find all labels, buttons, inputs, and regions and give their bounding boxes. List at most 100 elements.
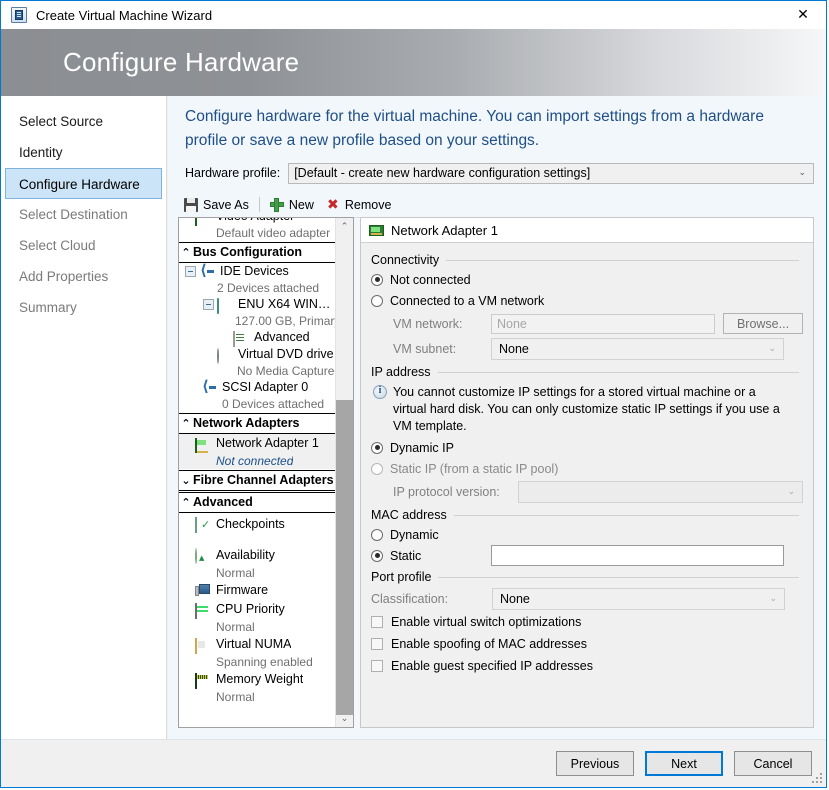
new-button[interactable]: New: [264, 194, 320, 216]
page-title: Configure Hardware: [63, 47, 299, 78]
tree-section-network-adapters[interactable]: ⌃ Network Adapters: [179, 413, 336, 434]
plus-icon: [270, 198, 284, 212]
expand-chevron-icon: ⌄: [179, 471, 193, 490]
tree-label: SCSI Adapter 0: [222, 379, 308, 396]
tree-section-label: Advanced: [193, 493, 253, 512]
chevron-down-icon: ⌄: [787, 487, 795, 497]
vm-subnet-label: VM subnet:: [393, 342, 491, 356]
tree-row-availability[interactable]: Availability: [179, 545, 336, 565]
cancel-button[interactable]: Cancel: [734, 751, 812, 776]
disk-icon: [217, 298, 219, 314]
radio-mac-dynamic[interactable]: Dynamic: [371, 524, 803, 545]
tree-subtext: 0 Devices attached: [179, 396, 336, 412]
tree-section-advanced[interactable]: ⌃ Advanced: [179, 492, 336, 513]
tree-label: Virtual NUMA: [216, 636, 291, 653]
vm-subnet-row: VM subnet: None ⌄: [371, 336, 803, 361]
checkbox-icon: [371, 616, 383, 628]
window-title: Create Virtual Machine Wizard: [36, 8, 212, 23]
vm-network-input[interactable]: None: [491, 314, 715, 334]
tree-subtext: Normal: [179, 689, 336, 705]
classification-select[interactable]: None ⌄: [492, 588, 785, 610]
collapse-chevron-icon: ⌃: [179, 414, 193, 433]
chevron-down-icon: ⌄: [768, 344, 776, 354]
scroll-down-icon[interactable]: ⌄: [336, 710, 353, 727]
radio-icon: [371, 550, 383, 562]
browse-button[interactable]: Browse...: [723, 313, 803, 334]
expander-icon[interactable]: [203, 299, 214, 310]
sidebar-item-configure-hardware[interactable]: Configure Hardware: [5, 168, 162, 199]
radio-not-connected[interactable]: Not connected: [371, 269, 803, 290]
radio-static-ip[interactable]: Static IP (from a static IP pool): [371, 458, 803, 479]
hardware-tree-rows: Video Adapter Default video adapter ⌃ Bu…: [179, 217, 336, 727]
tree-label: ENU X64 WIND...: [238, 296, 336, 313]
mac-static-input[interactable]: [491, 545, 784, 566]
sidebar-item-select-destination[interactable]: Select Destination: [5, 199, 162, 230]
sidebar-item-select-cloud[interactable]: Select Cloud: [5, 230, 162, 261]
tree-row-advanced-disk[interactable]: Advanced: [179, 329, 336, 346]
detail-body: Connectivity Not connected Connected to …: [361, 243, 813, 727]
tree-row-scsi-adapter-0[interactable]: SCSI Adapter 0: [179, 379, 336, 396]
checkbox-icon: [371, 660, 383, 672]
tree-scrollbar[interactable]: ⌃ ⌄: [335, 218, 353, 727]
remove-button[interactable]: ✖ Remove: [320, 194, 398, 216]
tree-subtext: Default video adapter: [179, 225, 336, 241]
ip-protocol-label: IP protocol version:: [393, 485, 518, 499]
ip-address-group: IP address You cannot customize IP setti…: [371, 363, 803, 504]
hardware-profile-select[interactable]: [Default - create new hardware configura…: [288, 163, 814, 184]
tree-row-virtual-dvd-drive[interactable]: Virtual DVD drive: [179, 346, 336, 363]
radio-static-ip-label: Static IP (from a static IP pool): [390, 462, 558, 476]
tree-row-cpu-priority[interactable]: CPU Priority: [179, 600, 336, 619]
tree-row-firmware[interactable]: Firmware: [179, 581, 336, 600]
page-header-band: Configure Hardware: [1, 29, 826, 96]
scroll-up-icon[interactable]: ⌃: [336, 218, 353, 235]
checkbox-enable-virtual-switch-optimizations[interactable]: Enable virtual switch optimizations: [371, 611, 803, 633]
chevron-down-icon: ⌄: [769, 594, 777, 604]
next-button[interactable]: Next: [645, 751, 723, 776]
radio-connected-to-vm-network[interactable]: Connected to a VM network: [371, 290, 803, 311]
tree-label: Memory Weight: [216, 671, 303, 688]
checkbox-enable-spoofing-of-mac-addresses[interactable]: Enable spoofing of MAC addresses: [371, 633, 803, 655]
sidebar-item-select-source[interactable]: Select Source: [5, 106, 162, 137]
vm-subnet-select[interactable]: None ⌄: [491, 338, 784, 360]
intro-text: Configure hardware for the virtual machi…: [185, 105, 785, 153]
tree-row-network-adapter-1[interactable]: Network Adapter 1: [179, 434, 336, 453]
tree-row-virtual-numa[interactable]: Virtual NUMA: [179, 635, 336, 654]
tree-row-memory-weight[interactable]: Memory Weight: [179, 670, 336, 689]
expander-icon[interactable]: [185, 266, 196, 277]
dvd-icon: [217, 348, 219, 364]
tree-label: Virtual DVD drive: [238, 346, 334, 363]
save-as-button[interactable]: Save As: [178, 194, 255, 216]
ip-protocol-select[interactable]: ⌄: [518, 481, 803, 503]
tree-row-ide-devices[interactable]: IDE Devices: [179, 263, 336, 280]
main-content: Configure hardware for the virtual machi…: [168, 96, 826, 740]
remove-x-icon: ✖: [326, 198, 340, 212]
toolbar-divider: [259, 197, 260, 212]
previous-button[interactable]: Previous: [556, 751, 634, 776]
remove-label: Remove: [345, 198, 392, 212]
hardware-tree[interactable]: Video Adapter Default video adapter ⌃ Bu…: [178, 217, 354, 728]
close-icon[interactable]: ✕: [780, 1, 826, 28]
sidebar-item-add-properties[interactable]: Add Properties: [5, 261, 162, 292]
group-divider: [454, 515, 799, 516]
group-divider: [446, 260, 799, 261]
tree-row-enu-x64-windows[interactable]: ENU X64 WIND...: [179, 296, 336, 313]
sidebar-item-identity[interactable]: Identity: [5, 137, 162, 168]
scrollbar-thumb[interactable]: [336, 400, 353, 715]
tree-row-video-adapter[interactable]: Video Adapter: [179, 217, 336, 225]
radio-dynamic-ip[interactable]: Dynamic IP: [371, 437, 803, 458]
radio-mac-static[interactable]: Static: [371, 545, 803, 566]
memory-weight-icon: [195, 673, 197, 689]
vm-network-row: VM network: None Browse...: [371, 311, 803, 336]
ip-info-text: You cannot customize IP settings for a s…: [393, 384, 783, 435]
resize-grip-icon[interactable]: [811, 772, 823, 784]
checkbox-label: Enable spoofing of MAC addresses: [391, 637, 587, 651]
profile-toolbar: Save As New ✖ Remove: [178, 192, 814, 218]
sidebar-item-summary[interactable]: Summary: [5, 292, 162, 323]
port-profile-group: Port profile Classification: None ⌄ Enab…: [371, 568, 803, 677]
tree-section-bus-configuration[interactable]: ⌃ Bus Configuration: [179, 242, 336, 263]
checkbox-enable-guest-specified-ip-addresses[interactable]: Enable guest specified IP addresses: [371, 655, 803, 677]
tree-label: IDE Devices: [220, 263, 289, 280]
tree-row-checkpoints[interactable]: Checkpoints: [179, 513, 336, 535]
tree-section-fibre-channel-adapters[interactable]: ⌄ Fibre Channel Adapters: [179, 470, 336, 491]
mac-address-title: MAC address: [371, 508, 447, 522]
